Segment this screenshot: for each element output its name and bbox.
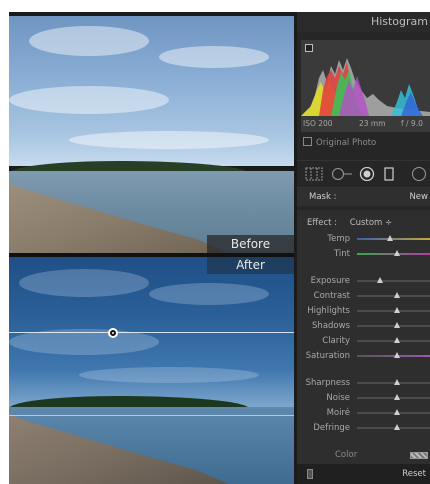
slider-knob[interactable] [394, 352, 401, 358]
slider-row-defringe: Defringe [297, 421, 430, 435]
slider-knob[interactable] [394, 379, 401, 385]
shadow-clipping-indicator[interactable] [305, 44, 313, 52]
exif-iso: ISO 200 [303, 119, 333, 128]
slider-row-moir-: Moiré [297, 406, 430, 420]
slider-label: Clarity [322, 336, 350, 346]
graduated-filter-edge-line[interactable] [9, 415, 294, 416]
slider-row-temp: Temp [297, 232, 430, 246]
slider-row-sharpness: Sharpness [297, 376, 430, 390]
color-label: Color [335, 450, 358, 460]
mask-row: Mask : New [297, 188, 430, 206]
slider-track[interactable] [357, 280, 430, 282]
radial-filter-icon[interactable] [383, 167, 395, 181]
slider-row-highlights: Highlights [297, 304, 430, 318]
slider-row-noise: Noise [297, 391, 430, 405]
before-photo [9, 16, 294, 253]
histogram [301, 40, 430, 116]
slider-row-contrast: Contrast [297, 289, 430, 303]
slider-label: Shadows [312, 321, 350, 331]
adjustment-brush-icon[interactable] [407, 167, 427, 181]
slider-label: Highlights [307, 306, 350, 316]
mask-new-button[interactable]: New [409, 188, 428, 206]
slider-knob[interactable] [394, 424, 401, 430]
before-sky [9, 16, 294, 166]
before-label: Before [207, 235, 294, 253]
original-photo-toggle[interactable]: Original Photo [303, 136, 376, 150]
adjustment-sliders: Effect : Custom ÷ Temp Tint Exposure Contra… [297, 210, 430, 464]
color-row: Color [297, 448, 430, 462]
slider-knob[interactable] [394, 322, 401, 328]
slider-label: Exposure [310, 276, 350, 286]
slider-row-shadows: Shadows [297, 319, 430, 333]
slider-knob[interactable] [394, 307, 401, 313]
slider-knob[interactable] [394, 250, 401, 256]
histogram-title: Histogram [297, 12, 430, 32]
slider-label: Contrast [313, 291, 350, 301]
slider-row-tint: Tint [297, 247, 430, 261]
exif-aperture: f / 9.0 [401, 119, 423, 128]
effect-label: Effect : [307, 218, 338, 228]
graduated-filter-pin[interactable] [108, 328, 118, 338]
slider-label: Noise [326, 393, 350, 403]
slider-row-clarity: Clarity [297, 334, 430, 348]
graduated-filter-center-line[interactable] [9, 332, 294, 333]
original-photo-label: Original Photo [316, 138, 377, 148]
slider-label: Temp [327, 234, 350, 244]
reset-button[interactable]: Reset [402, 464, 426, 484]
graduated-filter-icon[interactable] [359, 167, 375, 181]
slider-row-exposure: Exposure [297, 274, 430, 288]
tool-strip [297, 160, 430, 188]
slider-knob[interactable] [394, 394, 401, 400]
panel-switch-icon[interactable] [307, 469, 313, 479]
checkbox-icon [303, 137, 312, 146]
histogram-graph [301, 58, 430, 116]
mask-label: Mask : [309, 192, 337, 202]
exif-focal-length: 23 mm [359, 119, 386, 128]
effect-row: Effect : Custom ÷ [307, 218, 392, 228]
lightroom-window: Before After Histogram ISO 200 23 mm f /… [9, 12, 430, 484]
slider-label: Saturation [305, 351, 350, 361]
exif-info: ISO 200 23 mm f / 9.0 [301, 116, 430, 132]
after-label: After [207, 257, 294, 274]
slider-knob[interactable] [394, 337, 401, 343]
slider-label: Sharpness [305, 378, 350, 388]
panel-bottom-bar: Reset [297, 464, 430, 484]
crop-grid-icon[interactable] [305, 167, 323, 181]
slider-label: Defringe [313, 423, 350, 433]
slider-knob[interactable] [386, 235, 393, 241]
spot-removal-icon[interactable] [331, 167, 353, 181]
slider-knob[interactable] [394, 292, 401, 298]
color-swatch[interactable] [410, 452, 428, 459]
slider-row-saturation: Saturation [297, 349, 430, 363]
effect-preset-dropdown[interactable]: Custom ÷ [350, 218, 392, 228]
slider-knob[interactable] [377, 277, 384, 283]
after-photo[interactable] [9, 257, 294, 484]
slider-label: Tint [333, 249, 350, 259]
slider-knob[interactable] [394, 409, 401, 415]
slider-label: Moiré [326, 408, 350, 418]
slider-track[interactable] [357, 238, 430, 240]
develop-panel: Histogram ISO 200 23 mm f / 9.0 Original… [297, 12, 430, 484]
